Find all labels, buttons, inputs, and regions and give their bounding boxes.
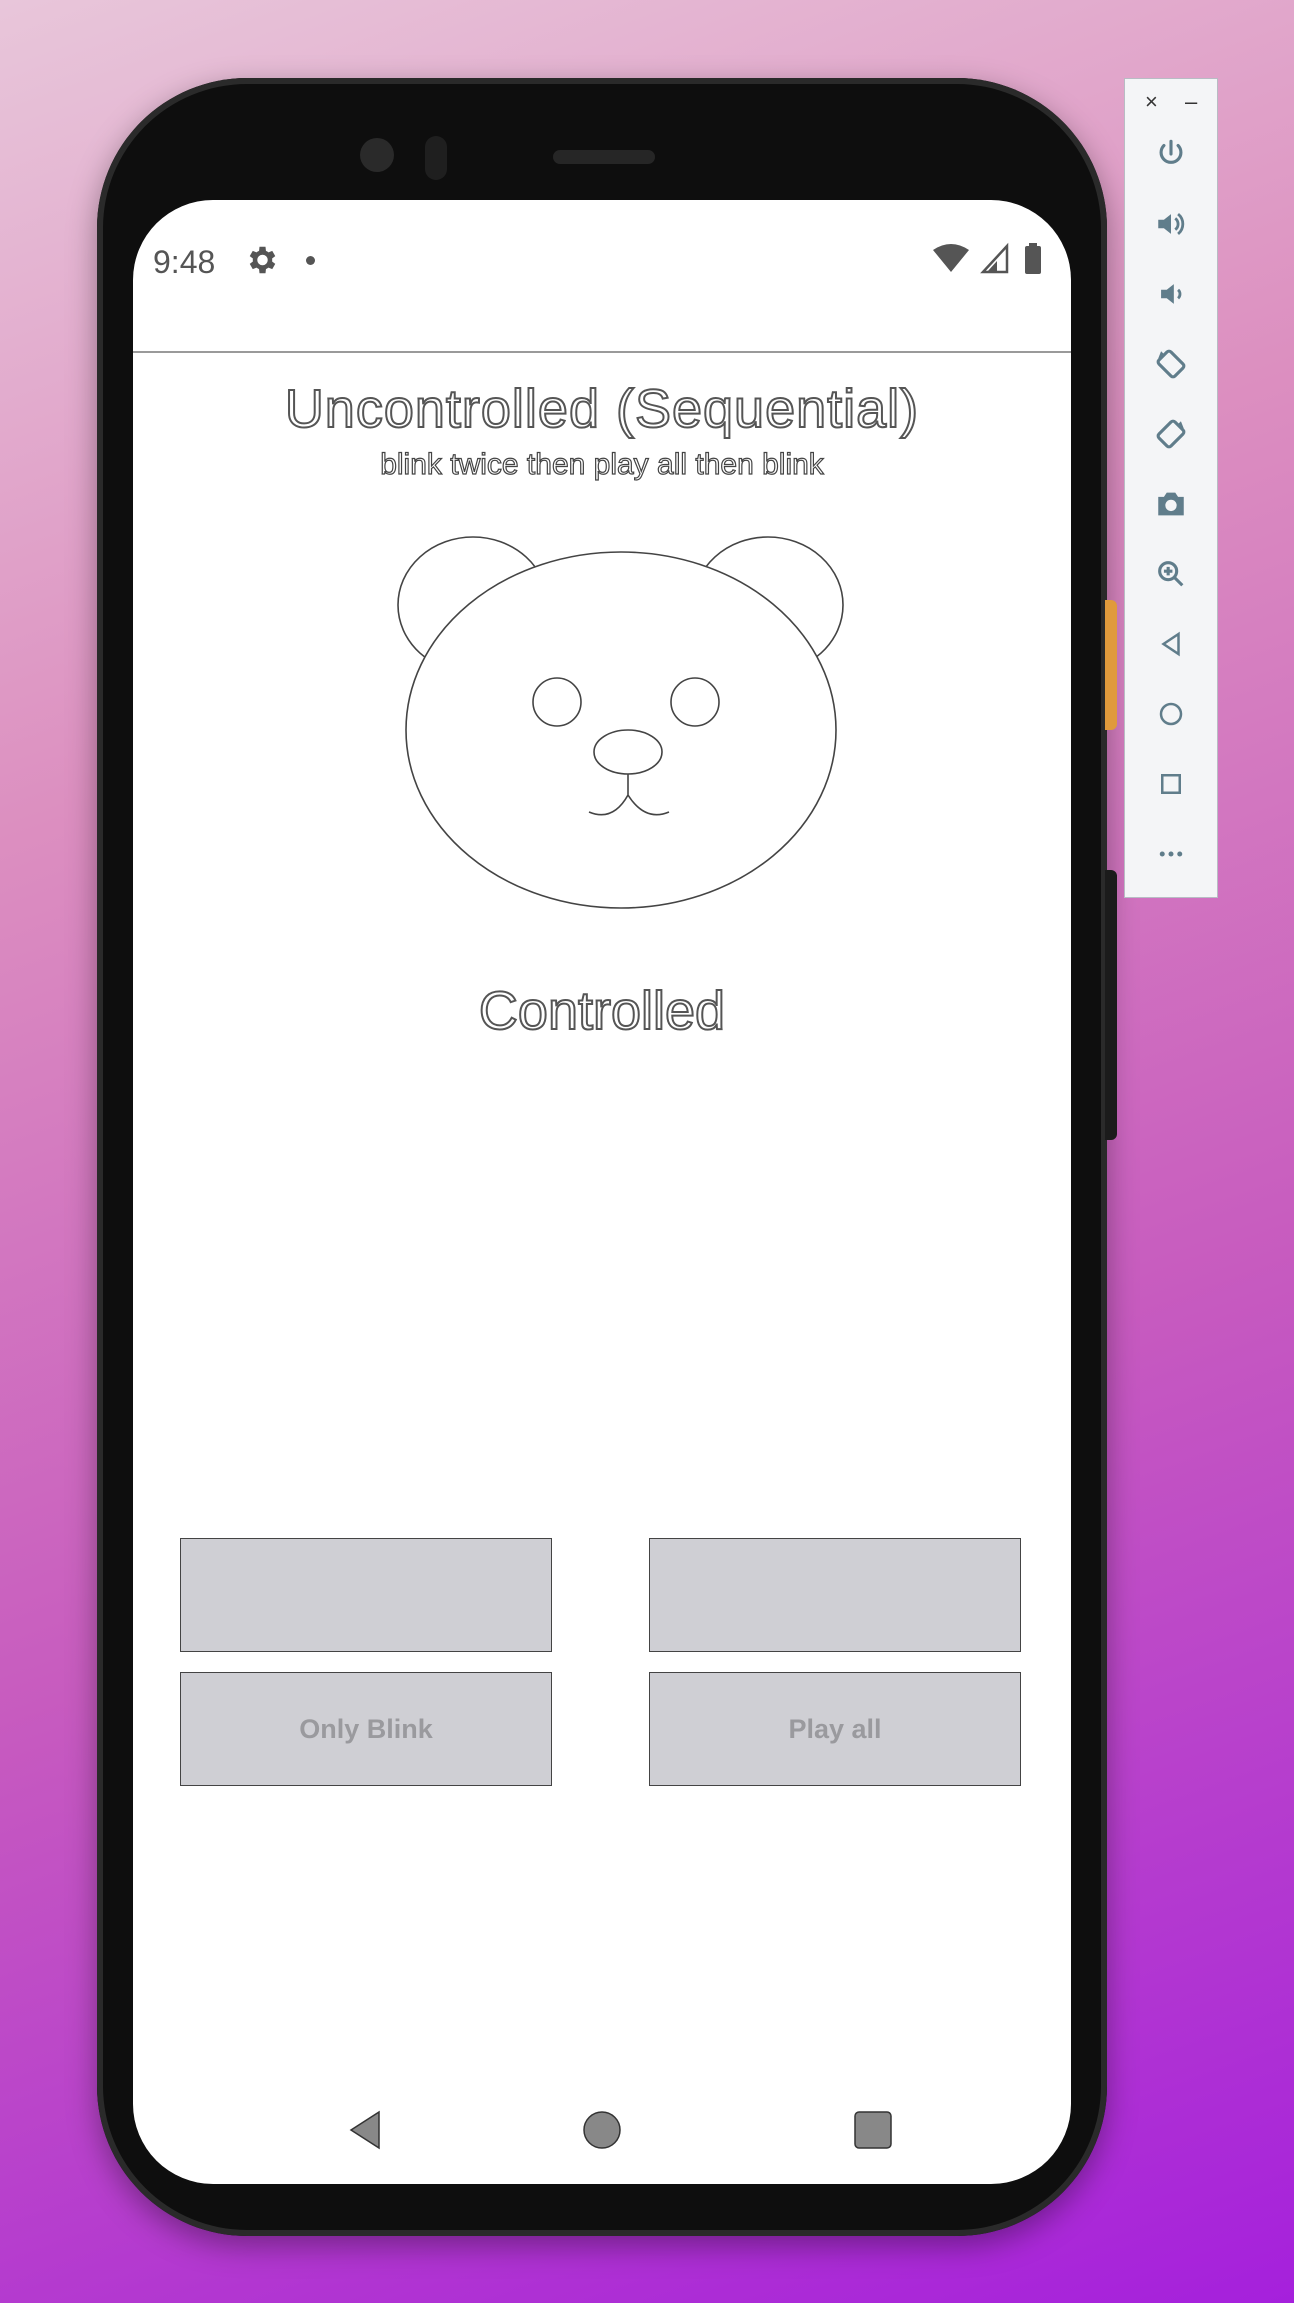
only-blink-button[interactable]: Only Blink xyxy=(180,1672,552,1786)
power-side-button xyxy=(1105,600,1117,730)
signal-status-icons xyxy=(933,242,1041,274)
volume-side-button xyxy=(1105,870,1117,1140)
status-time: 9:48 xyxy=(153,244,216,280)
close-icon[interactable]: × xyxy=(1145,89,1158,115)
back-icon[interactable] xyxy=(1146,619,1196,669)
system-nav-bar xyxy=(349,2110,892,2150)
page-title: Uncontrolled (Sequential) xyxy=(284,378,920,440)
bear-right-eye xyxy=(670,677,720,727)
bear-left-eye xyxy=(532,677,582,727)
action-button-1[interactable] xyxy=(180,1538,552,1652)
volume-up-icon[interactable] xyxy=(1146,199,1196,249)
volume-down-icon[interactable] xyxy=(1146,269,1196,319)
more-icon[interactable] xyxy=(1146,829,1196,879)
emulator-toolbar: × – xyxy=(1124,78,1218,898)
camera-icon[interactable] xyxy=(1146,479,1196,529)
earpiece-speaker xyxy=(553,150,655,164)
wifi-icon xyxy=(933,244,969,272)
action-button-2[interactable] xyxy=(649,1538,1021,1652)
home-icon[interactable] xyxy=(1146,689,1196,739)
page-subtitle: blink twice then play all then blink xyxy=(380,447,825,481)
battery-icon xyxy=(1025,246,1041,274)
front-camera xyxy=(360,138,394,172)
nav-home-icon[interactable] xyxy=(583,2111,621,2149)
rotate-right-icon[interactable] xyxy=(1146,409,1196,459)
nav-back-icon[interactable] xyxy=(349,2110,380,2150)
bear-nose xyxy=(593,729,663,775)
nav-overview-icon[interactable] xyxy=(854,2111,892,2149)
bear-animation[interactable] xyxy=(383,520,863,910)
settings-icon xyxy=(249,246,276,274)
power-icon[interactable] xyxy=(1146,129,1196,179)
rotate-left-icon[interactable] xyxy=(1146,339,1196,389)
front-sensor xyxy=(425,136,447,180)
app-bar-divider xyxy=(133,351,1071,353)
notification-dot-icon xyxy=(306,256,315,265)
phone-screen: 9:48 Uncontrolled (Sequential) blink twi… xyxy=(133,200,1071,2184)
play-all-button[interactable]: Play all xyxy=(649,1672,1021,1786)
state-label: Controlled xyxy=(478,980,726,1042)
minimize-icon[interactable]: – xyxy=(1185,89,1197,115)
status-bar: 9:48 xyxy=(133,230,1071,290)
overview-icon[interactable] xyxy=(1146,759,1196,809)
zoom-icon[interactable] xyxy=(1146,549,1196,599)
